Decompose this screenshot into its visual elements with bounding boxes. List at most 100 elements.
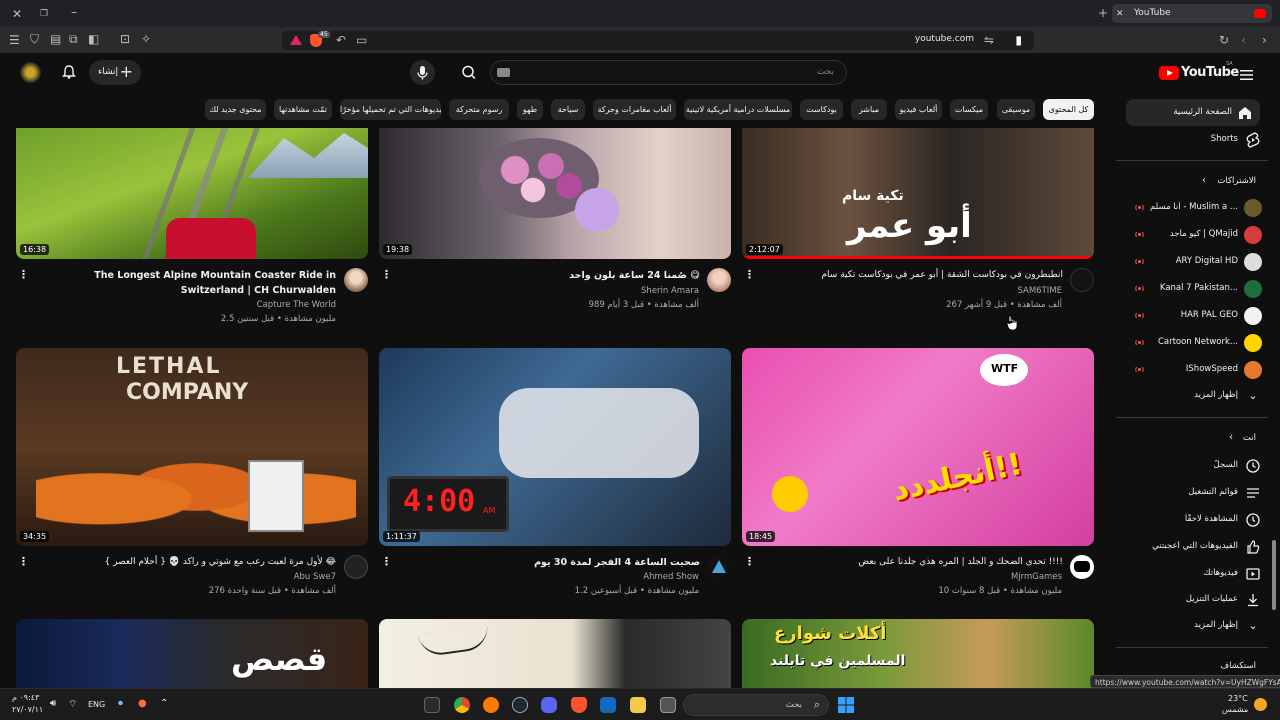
back-icon[interactable]: ‹ <box>1241 33 1246 47</box>
chrome-icon[interactable] <box>454 697 470 713</box>
close-tab-icon[interactable]: ✕ <box>1116 7 1124 21</box>
channel-avatar[interactable] <box>344 555 368 579</box>
video-title[interactable]: تحدي الضحك و الجلد | المره هذي جلدنا على… <box>763 555 1063 570</box>
video-thumbnail[interactable]: تكية سام أبو عمر 2:12:07 <box>742 128 1094 259</box>
subscription-item[interactable]: ARY Digital HD <box>1116 250 1268 274</box>
show-hidden-icons[interactable]: ⌃ <box>160 698 168 709</box>
channel-name[interactable]: Capture The World <box>257 298 336 312</box>
create-button[interactable]: إنشاء + <box>89 60 141 85</box>
url-field[interactable]: 45 ↶ ▭ youtube.com ⇋ ▮ <box>282 31 1034 50</box>
search-input[interactable]: بحث <box>490 60 847 85</box>
youtube-logo[interactable]: YouTube SA <box>1159 61 1239 82</box>
new-tab-icon[interactable]: + <box>1098 6 1108 20</box>
shield-icon[interactable]: ⛉ <box>30 32 39 46</box>
more-actions-icon[interactable]: ⋮ <box>18 268 29 281</box>
wallet-icon[interactable]: ▤ <box>50 32 61 46</box>
reader-icon[interactable]: ▭ <box>356 33 367 47</box>
video-thumbnail[interactable]: أكلات شوارع المسلمين في تايلند <box>742 619 1094 688</box>
sidebar-item-home[interactable]: الصفحة الرئيسية <box>1126 99 1260 126</box>
more-actions-icon[interactable]: ⋮ <box>381 268 392 281</box>
chip-mixes[interactable]: ميكسات <box>950 99 988 120</box>
tune-icon[interactable]: ⇋ <box>984 33 994 47</box>
channel-name[interactable]: Abu Swe7 <box>294 570 336 584</box>
more-actions-icon[interactable]: ⋮ <box>744 555 755 568</box>
sidebar-item-history[interactable]: السجلّ <box>1116 454 1268 478</box>
subscriptions-header[interactable]: الاشتراكات ‹ <box>1116 170 1268 194</box>
subscription-item[interactable]: Kanal 7 Pakistan... <box>1116 277 1268 301</box>
app-icon[interactable] <box>483 697 499 713</box>
voice-search-button[interactable] <box>410 60 435 85</box>
notifications-bell-icon[interactable] <box>61 64 77 84</box>
menu-icon[interactable]: ☰ <box>9 33 20 47</box>
file-explorer-icon[interactable] <box>630 697 646 713</box>
task-view-icon[interactable] <box>660 697 676 713</box>
subscription-item[interactable]: IShowSpeed <box>1116 358 1268 382</box>
close-window-icon[interactable]: ✕ <box>12 7 22 21</box>
video-title[interactable]: انطبطرون في بودكاست الشقة | أبو عمر في ب… <box>763 268 1063 283</box>
browser-tab-youtube[interactable]: ✕ YouTube <box>1112 4 1272 23</box>
more-actions-icon[interactable]: ⋮ <box>381 555 392 568</box>
reload-icon[interactable]: ↻ <box>1219 33 1229 47</box>
subscription-item[interactable]: كيو ماجد | QMajid <box>1116 223 1268 247</box>
channel-avatar[interactable] <box>707 555 731 579</box>
chip-watched[interactable]: تمّت مشاهدتها <box>274 99 332 120</box>
more-actions-icon[interactable]: ⋮ <box>744 268 755 281</box>
video-thumbnail[interactable] <box>379 619 731 688</box>
keyboard-icon[interactable] <box>497 68 510 77</box>
weather-temp[interactable]: 23°C <box>1228 694 1248 703</box>
video-thumbnail[interactable]: 16:38 <box>16 128 368 259</box>
guide-menu-icon[interactable] <box>1240 66 1253 85</box>
sidebar-item-shorts[interactable]: Shorts <box>1116 128 1268 152</box>
subscription-item[interactable]: أنا مسلم - Muslim a ... <box>1116 196 1268 220</box>
chip-podcast[interactable]: بودكاست <box>800 99 843 120</box>
channel-name[interactable]: Sherin Amara <box>641 284 699 298</box>
brave-taskbar-icon[interactable] <box>571 697 587 713</box>
clock-date[interactable]: ٢٧/٠٧/١١ <box>12 705 43 714</box>
sidebar-item-playlists[interactable]: قوائم التشغيل <box>1116 481 1268 505</box>
share-icon[interactable]: ↶ <box>336 33 346 47</box>
chip-animation[interactable]: رسوم متحركة <box>449 99 509 120</box>
channel-avatar[interactable] <box>344 268 368 292</box>
show-more-subscriptions[interactable]: إظهار المزيد ⌄ <box>1116 384 1268 408</box>
windows-start-icon[interactable] <box>838 697 854 713</box>
store-icon[interactable] <box>600 697 616 713</box>
rewards-icon[interactable] <box>290 35 302 45</box>
taskbar-search[interactable]: بحث ⌕ <box>683 694 829 716</box>
sidebar-item-liked[interactable]: الفيديوهات التي أعجبتني <box>1116 535 1268 559</box>
language-indicator[interactable]: ENG <box>88 700 105 709</box>
video-title[interactable]: صُمنا 24 ساعة بلون واحد 😋 <box>400 268 700 283</box>
discord-icon[interactable] <box>541 697 557 713</box>
video-thumbnail[interactable]: LETHAL COMPANY 34:35 <box>16 348 368 546</box>
chip-live[interactable]: مباشر <box>851 99 887 120</box>
minimize-window-icon[interactable]: – <box>71 5 77 19</box>
channel-name[interactable]: SAM6TIME <box>1017 284 1062 298</box>
weather-desc[interactable]: مشمس <box>1222 705 1248 714</box>
screenshot-icon[interactable]: ⊡ <box>120 32 130 46</box>
subscription-item[interactable]: HAR PAL GEO <box>1116 304 1268 328</box>
video-thumbnail[interactable]: قصص <box>16 619 368 688</box>
channel-avatar[interactable] <box>1070 268 1094 292</box>
search-button[interactable] <box>450 60 490 85</box>
forward-icon[interactable]: › <box>1262 33 1267 47</box>
channel-name[interactable]: MjrmGames <box>1011 570 1062 584</box>
clock-time[interactable]: ٠٩:٤٣ م <box>12 693 39 702</box>
chip-new-to-you[interactable]: محتوى جديد لك <box>205 99 266 120</box>
chip-cooking[interactable]: طهو <box>517 99 543 120</box>
sidebar-item-downloads[interactable]: عمليات التنزيل <box>1116 588 1268 612</box>
video-thumbnail[interactable]: 19:38 <box>379 128 731 259</box>
chip-music[interactable]: موسيقى <box>997 99 1035 120</box>
channel-name[interactable]: Ahmed Show <box>643 570 699 584</box>
microphone-tray-icon[interactable]: ⏺ <box>118 698 123 709</box>
tabs-icon[interactable]: ⧉ <box>69 32 78 46</box>
sidebar-item-your-videos[interactable]: فيديوهاتك <box>1116 562 1268 586</box>
more-actions-icon[interactable]: ⋮ <box>18 555 29 568</box>
video-thumbnail[interactable]: WTF أنجلددد!! 18:45 <box>742 348 1094 546</box>
chip-latin-drama[interactable]: مسلسلات درامية أمريكية لاتينية <box>684 99 792 120</box>
chip-recently-uploaded[interactable]: الفيديوهات التي تم تحميلها مؤخرًا <box>340 99 441 120</box>
channel-avatar[interactable] <box>1070 555 1094 579</box>
video-thumbnail[interactable]: 4:00 AM 1:11:37 <box>379 348 731 546</box>
chip-gaming[interactable]: ألعاب فيديو <box>895 99 942 120</box>
sidebar-scrollbar[interactable] <box>1272 540 1276 610</box>
video-title[interactable]: لأول مرة لعبت رعب مع شوتي و راكد 💀 { أحل… <box>36 555 336 570</box>
steam-icon[interactable] <box>512 697 528 713</box>
